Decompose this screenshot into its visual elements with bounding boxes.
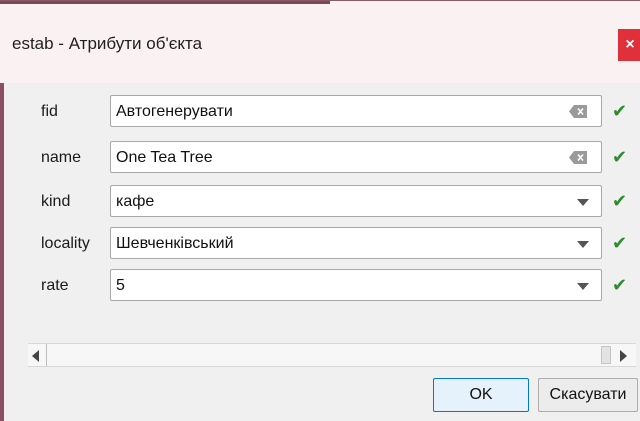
ok-button[interactable]: OK (433, 378, 529, 412)
fid-input[interactable]: Автогенерувати (110, 95, 602, 127)
name-value: One Tea Tree (116, 149, 213, 166)
title-bar-accent (0, 1, 330, 4)
chevron-down-icon[interactable] (577, 241, 589, 248)
field-label-kind: kind (41, 193, 71, 210)
field-label-locality: locality (41, 235, 90, 252)
title-bar: estab - Атрибути об'єкта × (0, 0, 640, 83)
kind-select[interactable]: кафе (110, 185, 602, 217)
chevron-down-icon[interactable] (577, 283, 589, 290)
fid-value: Автогенерувати (116, 103, 233, 120)
field-label-fid: fid (41, 103, 58, 120)
field-row-fid: fid Автогенерувати ✔ (0, 95, 640, 129)
scroll-left-icon[interactable] (32, 350, 39, 362)
field-label-name: name (41, 149, 82, 166)
clear-icon[interactable] (569, 105, 587, 118)
scroll-thumb[interactable] (601, 346, 611, 364)
checkmark-icon: ✔ (612, 147, 628, 167)
chevron-down-icon[interactable] (577, 199, 589, 206)
locality-select[interactable]: Шевченківський (110, 227, 602, 259)
cancel-button[interactable]: Скасувати (538, 378, 638, 412)
rate-select[interactable]: 5 (110, 269, 602, 301)
clear-icon[interactable] (569, 151, 587, 164)
scroll-divider (46, 344, 47, 366)
horizontal-scrollbar[interactable] (28, 343, 636, 367)
field-row-rate: rate 5 ✔ (0, 269, 640, 303)
field-row-name: name One Tea Tree ✔ (0, 141, 640, 175)
checkmark-icon: ✔ (612, 101, 628, 121)
field-row-locality: locality Шевченківський ✔ (0, 227, 640, 261)
scroll-right-icon[interactable] (620, 350, 627, 362)
checkmark-icon: ✔ (612, 191, 628, 211)
close-button[interactable]: × (618, 29, 640, 61)
field-label-rate: rate (41, 277, 69, 294)
locality-value: Шевченківський (116, 235, 234, 252)
checkmark-icon: ✔ (612, 233, 628, 253)
field-row-kind: kind кафе ✔ (0, 185, 640, 219)
checkmark-icon: ✔ (612, 275, 628, 295)
window-title: estab - Атрибути об'єкта (12, 34, 203, 53)
rate-value: 5 (116, 277, 125, 294)
kind-value: кафе (116, 193, 155, 210)
name-input[interactable]: One Tea Tree (110, 141, 602, 173)
